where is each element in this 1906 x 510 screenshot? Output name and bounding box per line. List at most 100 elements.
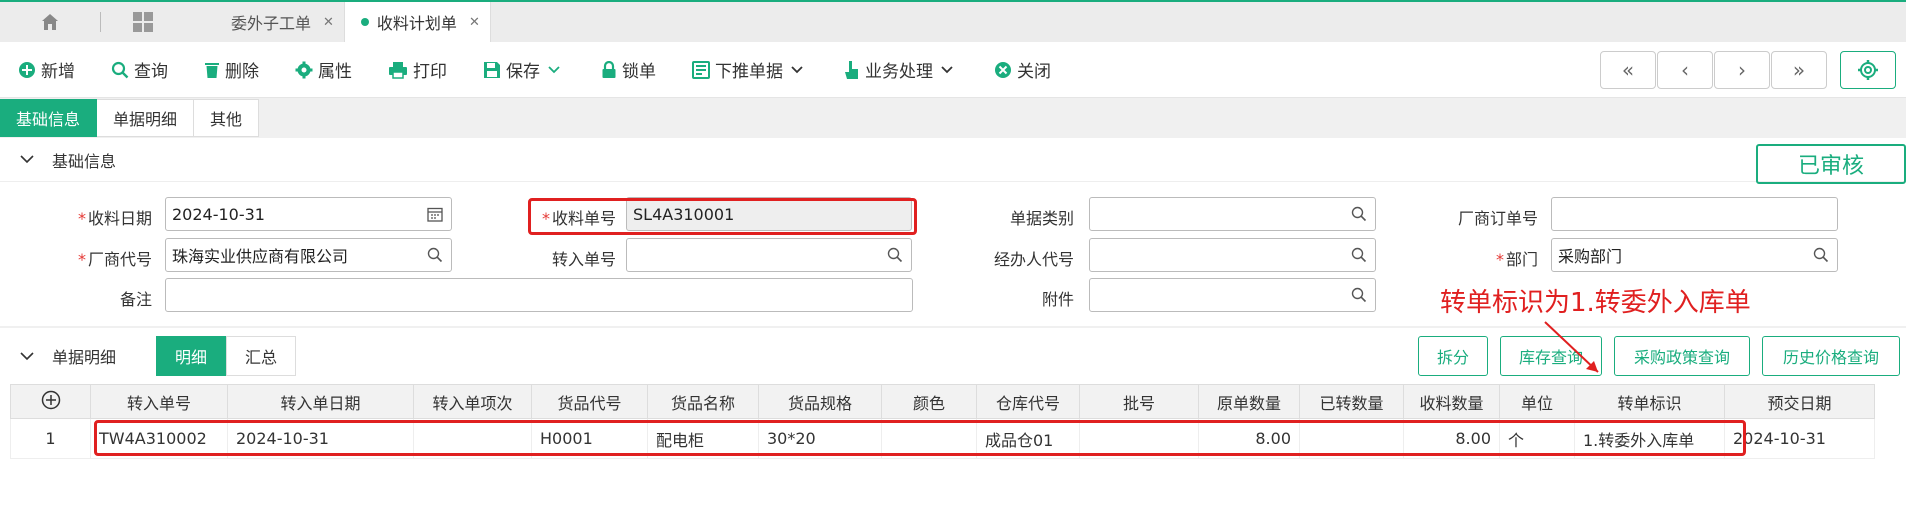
settings-button[interactable]: [1840, 51, 1896, 89]
record-pager: « ‹ › »: [1600, 51, 1828, 89]
tab-other[interactable]: 其他: [194, 99, 260, 137]
delete-label: 删除: [225, 62, 259, 82]
save-icon: [484, 61, 500, 78]
column-header[interactable]: 转入单日期: [227, 384, 414, 419]
column-header[interactable]: 单位: [1499, 384, 1575, 419]
search-icon: [111, 61, 129, 78]
detail-view-toggle: 明细 汇总: [156, 336, 297, 376]
tab-receive-plan[interactable]: 收料计划单 ✕: [344, 2, 491, 42]
save-label: 保存: [506, 62, 540, 82]
summary-view-button[interactable]: 汇总: [226, 336, 297, 376]
chevron-right-icon: ›: [1738, 58, 1746, 82]
chevron-down-icon: [791, 65, 803, 73]
vendor-code-field[interactable]: 珠海实业供应商有限公司: [165, 238, 452, 272]
lock-button[interactable]: 锁单: [601, 57, 656, 82]
column-header[interactable]: 转入单号: [90, 384, 228, 419]
business-label: 业务处理: [865, 62, 933, 82]
tab-label: 委外子工单: [231, 14, 312, 33]
row-number: 1: [10, 418, 91, 459]
column-header[interactable]: 货品规格: [758, 384, 882, 419]
highlight-detail-row: [94, 420, 1746, 456]
document-list-icon: [692, 60, 710, 79]
chevron-down-icon: [20, 155, 34, 164]
close-circle-icon: [995, 61, 1011, 78]
printer-icon: [389, 61, 407, 79]
search-icon[interactable]: [887, 247, 903, 263]
purchase-policy-query-button[interactable]: 采购政策查询: [1614, 336, 1750, 376]
grid-icon: [133, 12, 153, 32]
first-record-button[interactable]: «: [1600, 51, 1656, 89]
detail-view-button[interactable]: 明细: [156, 336, 227, 376]
plus-circle-icon[interactable]: [41, 390, 61, 410]
push-down-button[interactable]: 下推单据: [692, 57, 808, 82]
column-header[interactable]: 货品名称: [647, 384, 759, 419]
chevron-left-icon: ‹: [1681, 58, 1689, 82]
trash-icon: [205, 62, 219, 78]
column-header[interactable]: 批号: [1079, 384, 1199, 419]
search-icon[interactable]: [427, 247, 443, 263]
search-icon[interactable]: [1351, 206, 1367, 222]
column-header[interactable]: 转单标识: [1574, 384, 1725, 419]
add-row-header[interactable]: [10, 384, 91, 419]
search-icon[interactable]: [1351, 287, 1367, 303]
remark-field[interactable]: [165, 278, 913, 312]
double-chevron-left-icon: «: [1621, 58, 1635, 82]
chevron-down-icon[interactable]: [20, 351, 34, 361]
save-button[interactable]: 保存: [483, 57, 565, 82]
tab-bar: 委外子工单 ✕ 收料计划单 ✕: [0, 0, 1906, 42]
attach-field[interactable]: [1089, 278, 1376, 312]
vendor-order-field[interactable]: [1551, 197, 1838, 231]
column-header[interactable]: 原单数量: [1198, 384, 1300, 419]
delete-button[interactable]: 删除: [204, 57, 259, 82]
remark-label: 备注: [119, 290, 152, 309]
column-header[interactable]: 收料数量: [1403, 384, 1500, 419]
split-button[interactable]: 拆分: [1418, 336, 1488, 376]
tab-doc-detail[interactable]: 单据明细: [97, 99, 195, 137]
column-header[interactable]: 货品代号: [531, 384, 648, 419]
lock-label: 锁单: [622, 62, 656, 82]
hand-pointer-icon: [845, 60, 858, 79]
add-label: 新增: [41, 62, 75, 82]
close-icon[interactable]: ✕: [469, 15, 480, 30]
last-record-button[interactable]: »: [1771, 51, 1827, 89]
close-icon[interactable]: ✕: [323, 15, 334, 30]
price-history-query-button[interactable]: 历史价格查询: [1762, 336, 1900, 376]
cell-due-date[interactable]: 2024-10-31: [1724, 418, 1875, 459]
add-button[interactable]: 新增: [18, 57, 75, 82]
next-record-button[interactable]: ›: [1714, 51, 1770, 89]
dept-field[interactable]: 采购部门: [1551, 238, 1838, 272]
business-button[interactable]: 业务处理: [844, 57, 958, 82]
home-tab[interactable]: [0, 2, 100, 42]
attach-label: 附件: [1041, 290, 1074, 309]
column-header[interactable]: 颜色: [881, 384, 977, 419]
doc-type-field[interactable]: [1089, 197, 1376, 231]
stock-query-button[interactable]: 库存查询: [1500, 336, 1602, 376]
query-label: 查询: [134, 62, 168, 82]
receive-date-label: * 收料日期: [77, 209, 152, 228]
tab-outsource-sub-order[interactable]: 委外子工单 ✕: [215, 2, 345, 42]
column-header[interactable]: 转入单项次: [413, 384, 532, 419]
close-button[interactable]: 关闭: [994, 57, 1051, 82]
tab-basic-info[interactable]: 基础信息: [0, 99, 98, 137]
basic-info-header[interactable]: 基础信息: [0, 138, 1906, 182]
status-badge: 已审核: [1756, 144, 1906, 184]
highlight-receive-no: [528, 198, 917, 235]
transfer-no-field[interactable]: [626, 238, 912, 272]
apps-tab[interactable]: [101, 2, 185, 42]
print-button[interactable]: 打印: [388, 57, 447, 82]
handler-field[interactable]: [1089, 238, 1376, 272]
query-button[interactable]: 查询: [111, 57, 168, 82]
double-chevron-right-icon: »: [1792, 58, 1806, 82]
search-icon[interactable]: [1351, 247, 1367, 263]
prev-record-button[interactable]: ‹: [1657, 51, 1713, 89]
column-header[interactable]: 仓库代号: [976, 384, 1080, 419]
search-icon[interactable]: [1813, 247, 1829, 263]
column-header[interactable]: 预交日期: [1724, 384, 1875, 419]
receive-date-field[interactable]: 2024-10-31: [165, 197, 452, 231]
lock-icon: [602, 60, 616, 78]
column-header[interactable]: 已转数量: [1299, 384, 1404, 419]
doc-type-label: 单据类别: [1009, 209, 1074, 228]
properties-button[interactable]: 属性: [295, 57, 352, 82]
plus-circle-icon: [19, 61, 35, 78]
calendar-icon[interactable]: [427, 206, 443, 222]
